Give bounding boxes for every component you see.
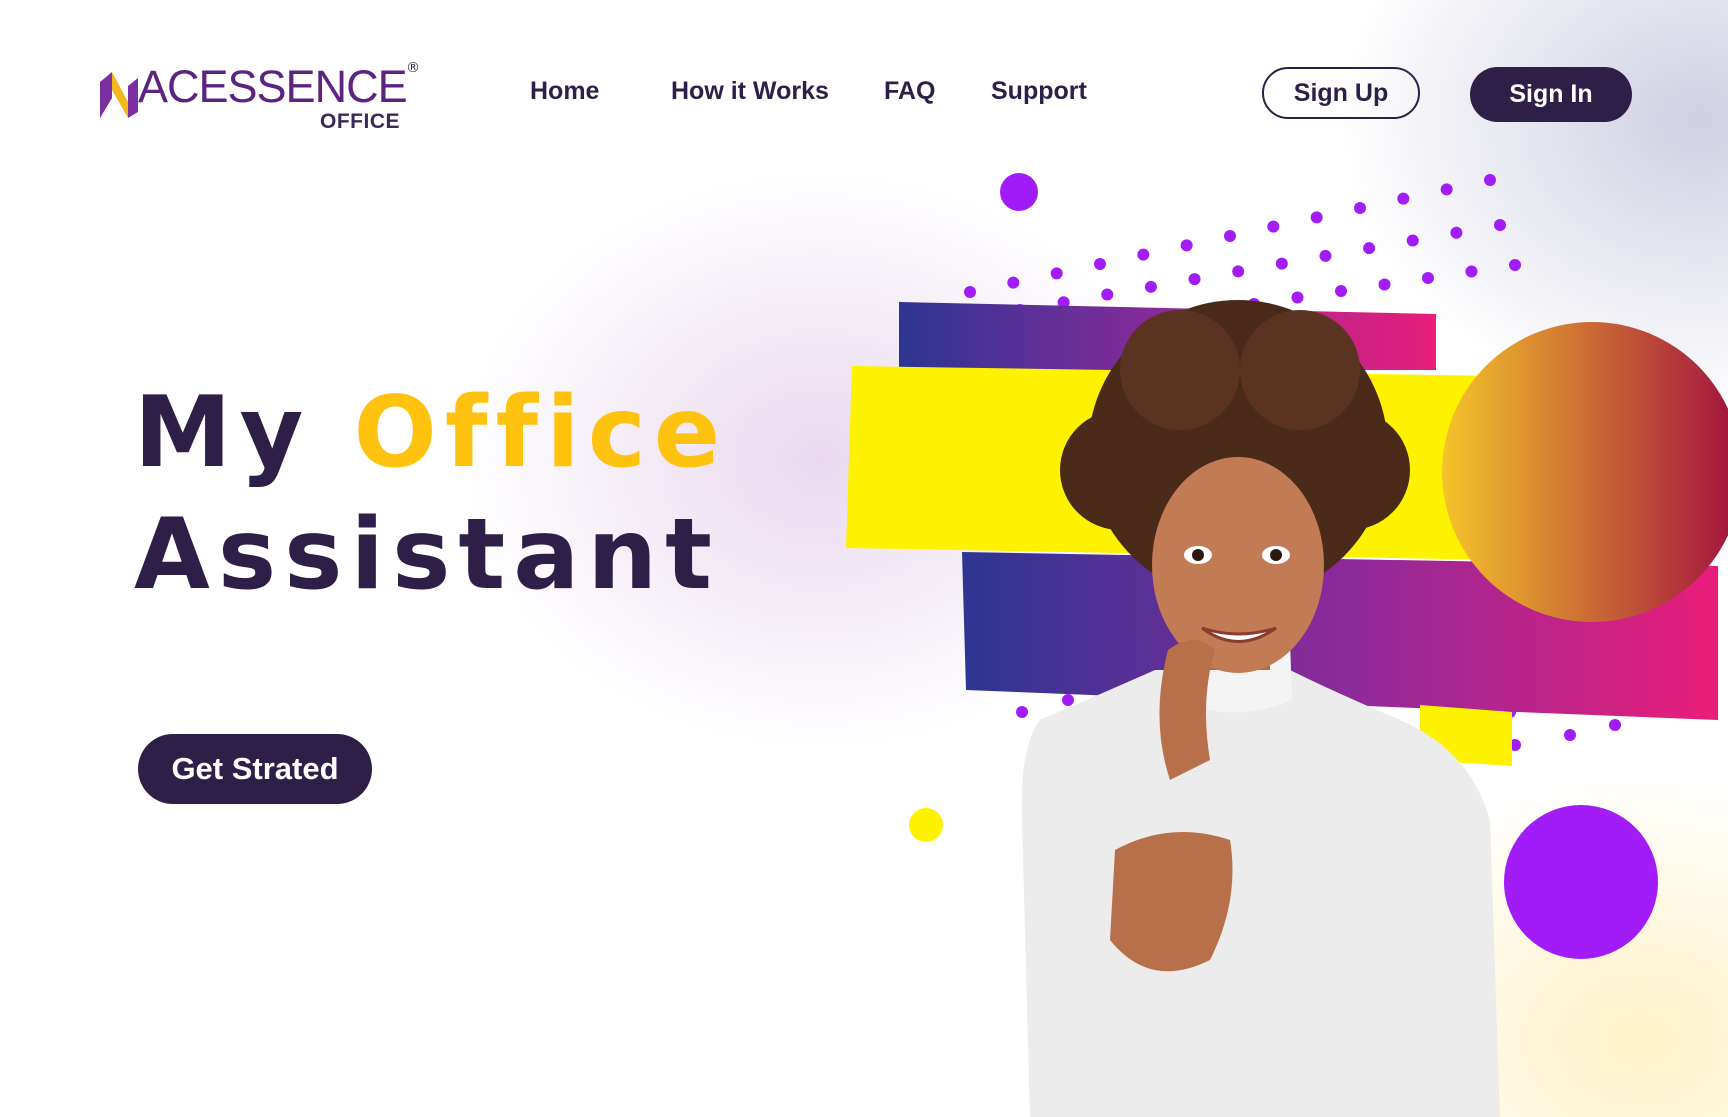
nav-faq[interactable]: FAQ: [884, 77, 935, 106]
sign-in-button[interactable]: Sign In: [1470, 67, 1632, 122]
nav-support[interactable]: Support: [991, 77, 1087, 106]
sign-up-button[interactable]: Sign Up: [1262, 67, 1420, 119]
hero-title-word: My: [134, 376, 312, 490]
logo-subtitle: OFFICE: [320, 110, 400, 133]
nav-home[interactable]: Home: [530, 77, 599, 106]
brand-logo[interactable]: ACESSENCE ® OFFICE: [94, 60, 424, 136]
get-started-button[interactable]: Get Strated: [138, 734, 372, 804]
nav-how-it-works[interactable]: How it Works: [671, 77, 829, 106]
hero-title: My Office Assistant: [134, 372, 728, 616]
logo-mark-icon: [100, 72, 138, 118]
registered-mark: ®: [406, 60, 420, 76]
hero-title-accent: Office: [353, 376, 729, 490]
hero-title-line1: My Office: [134, 372, 728, 494]
hero-title-line2: Assistant: [134, 498, 721, 612]
logo-wordmark: ACESSENCE: [138, 61, 408, 112]
